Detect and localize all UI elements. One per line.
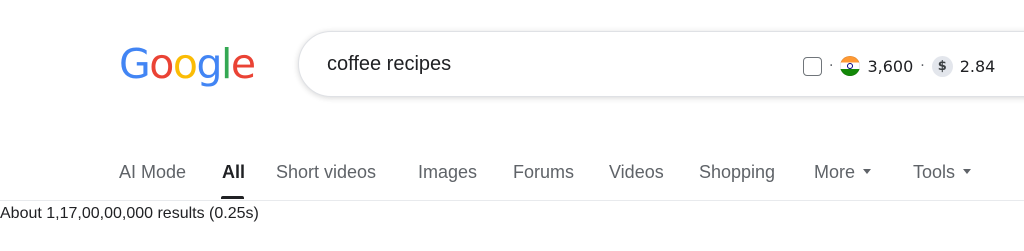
caret-down-icon [963,168,972,174]
google-logo[interactable]: Google [119,38,256,90]
tab-all[interactable]: All [222,162,245,183]
tab-images[interactable]: Images [418,162,477,183]
result-stats: About 1,17,00,00,000 results (0.25s) [0,205,259,222]
logo-letter: G [119,40,151,88]
tab-videos[interactable]: Videos [609,162,664,183]
india-flag-icon [840,56,861,76]
tab-short-videos[interactable]: Short videos [276,162,376,183]
active-tab-indicator [221,196,244,199]
search-input[interactable] [327,49,727,79]
separator-dot: · [920,58,925,74]
tab-ai-mode[interactable]: AI Mode [119,162,186,183]
keyword-extension-widget: · 3,600 · $ 2.84 [803,53,995,79]
tab-tools-label: Tools [913,162,956,182]
cpc-value: 2.84 [959,56,996,76]
caret-down-icon [863,168,872,174]
logo-letter: l [221,40,232,88]
tab-forums[interactable]: Forums [513,162,574,183]
logo-letter: o [149,40,174,88]
dollar-icon: $ [931,55,953,77]
search-tabs: AI Mode All Short videos Images Forums V… [0,160,1024,201]
keyword-checkbox[interactable] [803,56,822,76]
search-box[interactable]: · 3,600 · $ 2.84 [298,31,1024,97]
logo-letter: o [172,40,198,88]
logo-letter: e [230,40,256,88]
tab-more[interactable]: More [814,162,872,183]
search-volume: 3,600 [867,56,914,76]
logo-letter: g [196,40,222,88]
tab-more-label: More [814,162,856,182]
tab-tools[interactable]: Tools [913,162,972,183]
tab-shopping[interactable]: Shopping [699,162,775,183]
separator-dot: · [829,58,834,74]
